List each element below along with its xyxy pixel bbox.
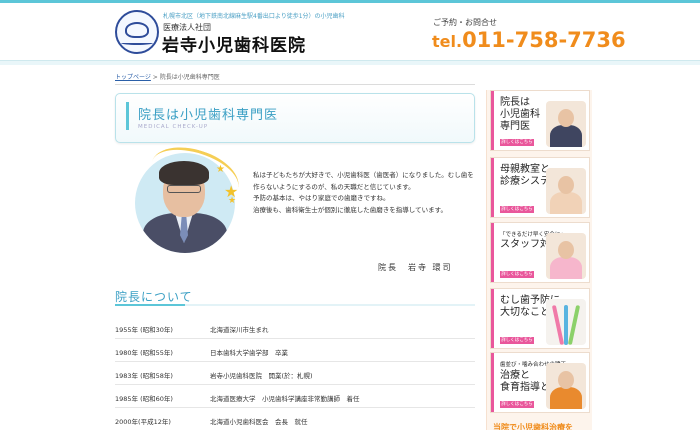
card-accent-bar xyxy=(491,158,494,217)
history-year: 1980年 (昭和55年) xyxy=(115,349,173,357)
thumb-face xyxy=(558,241,574,259)
page-title-box: 院長は小児歯科専門医 MEDICAL CHECK-UP xyxy=(115,93,475,143)
star-icon: ★ xyxy=(228,196,237,206)
card-more-button[interactable]: 詳しくはこちら xyxy=(500,139,534,146)
header-address: 札幌市北区（地下鉄南北線麻生駅4番出口より徒歩1分）の小児歯科 xyxy=(163,13,345,20)
logo-wave-icon xyxy=(121,41,153,45)
title-accent-bar xyxy=(126,102,129,130)
sidebar-card-mothers-class[interactable]: 母親教室と 診療システム 詳しくはこちら xyxy=(490,157,590,218)
about-section-title: 院長について xyxy=(115,290,193,304)
sidebar-card-staff[interactable]: 「できるだけ早く安全に」 スタッフ対応 詳しくはこちら xyxy=(490,222,590,283)
tel-digits: 011-758-7736 xyxy=(462,28,626,52)
card-more-button[interactable]: 詳しくはこちら xyxy=(500,337,534,344)
child-thumbnail xyxy=(546,363,586,409)
card-title-line: 院長は xyxy=(500,97,530,108)
history-event: 北海道医療大学 小児歯科学講座非常勤講師 着任 xyxy=(210,395,360,403)
clinic-name[interactable]: 岩寺小児歯科医院 xyxy=(162,31,306,56)
director-thumbnail xyxy=(546,101,586,147)
photo-hair xyxy=(159,161,209,185)
history-year: 2000年(平成12年) xyxy=(115,418,171,426)
card-title-line: 専門医 xyxy=(500,121,530,132)
staff-thumbnail xyxy=(546,233,586,279)
history-year: 1983年 (昭和58年) xyxy=(115,372,173,380)
page-subtitle: MEDICAL CHECK-UP xyxy=(138,124,209,130)
message-paragraph-1: 私は子どもたちが大好きで、小児歯科医（歯医者）になりました。むし歯を作らないよう… xyxy=(253,171,474,191)
thumb-body xyxy=(550,387,582,409)
thumb-face xyxy=(558,109,574,127)
director-message: 私は子どもたちが大好きで、小児歯科医（歯医者）になりました。むし歯を作らないよう… xyxy=(253,170,475,216)
history-row: 1983年 (昭和58年) 岩寺小児歯科医院 開業(於：札幌) xyxy=(115,362,475,385)
page-title: 院長は小児歯科専門医 xyxy=(138,108,279,123)
history-row: 1955年 (昭和30年) 北海道深川市生まれ xyxy=(115,316,475,339)
history-event: 北海道深川市生まれ xyxy=(210,326,269,334)
logo-tooth-icon xyxy=(125,22,149,38)
mother-child-thumbnail xyxy=(546,168,586,214)
card-accent-bar xyxy=(491,91,494,150)
section-rule-accent xyxy=(115,304,185,306)
card-accent-bar xyxy=(491,289,494,348)
thumb-body xyxy=(550,257,582,279)
card-title-line: 小児歯科 xyxy=(500,109,540,120)
card-title-line: 母親教室と xyxy=(500,164,550,175)
breadcrumb-current: 院長は小児歯科専門医 xyxy=(159,74,220,81)
card-more-button[interactable]: 詳しくはこちら xyxy=(500,271,534,278)
toothbrush-icon xyxy=(551,305,565,345)
thumb-body xyxy=(550,125,582,147)
history-row: 1980年 (昭和55年) 日本歯科大学歯学部 卒業 xyxy=(115,339,475,362)
breadcrumb-divider xyxy=(115,84,475,85)
history-table: 1955年 (昭和30年) 北海道深川市生まれ 1980年 (昭和55年) 日本歯科… xyxy=(115,316,475,430)
header-bar xyxy=(0,60,700,65)
history-row: 2000年(平成12年) 北海道小児歯科医会 会長 就任 xyxy=(115,408,475,430)
history-event: 日本歯科大学歯学部 卒業 xyxy=(210,349,288,357)
history-year: 1985年 (昭和60年) xyxy=(115,395,173,403)
thumb-face xyxy=(558,371,574,389)
star-icon: ★ xyxy=(216,164,225,175)
card-accent-bar xyxy=(491,353,494,412)
message-paragraph-2: 予防の基本は、やはり家庭での歯磨きですね。 xyxy=(253,194,390,203)
sidebar-card-director[interactable]: 院長は 小児歯科 専門医 詳しくはこちら xyxy=(490,90,590,151)
tel-prefix: tel. xyxy=(432,32,463,51)
tel-number[interactable]: tel.011-758-7736 xyxy=(432,28,626,52)
card-more-button[interactable]: 詳しくはこちら xyxy=(500,206,534,213)
toothbrush-icon xyxy=(567,305,581,345)
site-header: 札幌市北区（地下鉄南北線麻生駅4番出口より徒歩1分）の小児歯科 医療法人社団 岩… xyxy=(0,3,700,61)
history-row: 1985年 (昭和60年) 北海道医療大学 小児歯科学講座非常勤講師 着任 xyxy=(115,385,475,408)
breadcrumb: トップページ > 院長は小児歯科専門医 xyxy=(115,72,220,81)
card-title: 院長は 小児歯科 専門医 xyxy=(500,97,540,133)
thumb-face xyxy=(558,176,574,194)
message-paragraph-3: 治療後も、歯科衛生士が個別に徹底した歯磨きを指導しています。 xyxy=(253,205,447,214)
sidebar-card-orthodontics[interactable]: 歯並び・噛み合わせの矯正 治療と 食育指導とは 詳しくはこちら xyxy=(490,352,590,413)
toothbrush-thumbnail xyxy=(546,299,586,345)
breadcrumb-home-link[interactable]: トップページ xyxy=(115,74,151,81)
toothbrush-icon xyxy=(564,305,568,345)
about-section-rule xyxy=(115,304,475,306)
card-accent-bar xyxy=(491,223,494,282)
sidebar-card-prevention[interactable]: むし歯予防に 大切なこと 詳しくはこちら xyxy=(490,288,590,349)
card-title-line: 大切なこと xyxy=(500,307,550,318)
thumb-body xyxy=(550,192,582,214)
history-year: 1955年 (昭和30年) xyxy=(115,326,173,334)
clinic-logo[interactable] xyxy=(115,10,159,54)
contact-label: ご予約・お問合せ xyxy=(433,18,497,27)
breadcrumb-separator: > xyxy=(150,74,160,81)
card-title-line: 治療と xyxy=(500,370,530,381)
card-more-button[interactable]: 詳しくはこちら xyxy=(500,401,534,408)
photo-glasses xyxy=(167,185,201,193)
history-event: 北海道小児歯科医会 会長 就任 xyxy=(210,418,308,426)
history-event: 岩寺小児歯科医院 開業(於：札幌) xyxy=(210,372,313,380)
sidebar-bottom-text: 当院で小児歯科治療を xyxy=(493,423,573,430)
sidebar: 院長は 小児歯科 専門医 詳しくはこちら 母親教室と 診療システム 詳しくはこちら 「… xyxy=(486,90,592,430)
director-signature: 院長 岩寺 環司 xyxy=(378,263,453,272)
